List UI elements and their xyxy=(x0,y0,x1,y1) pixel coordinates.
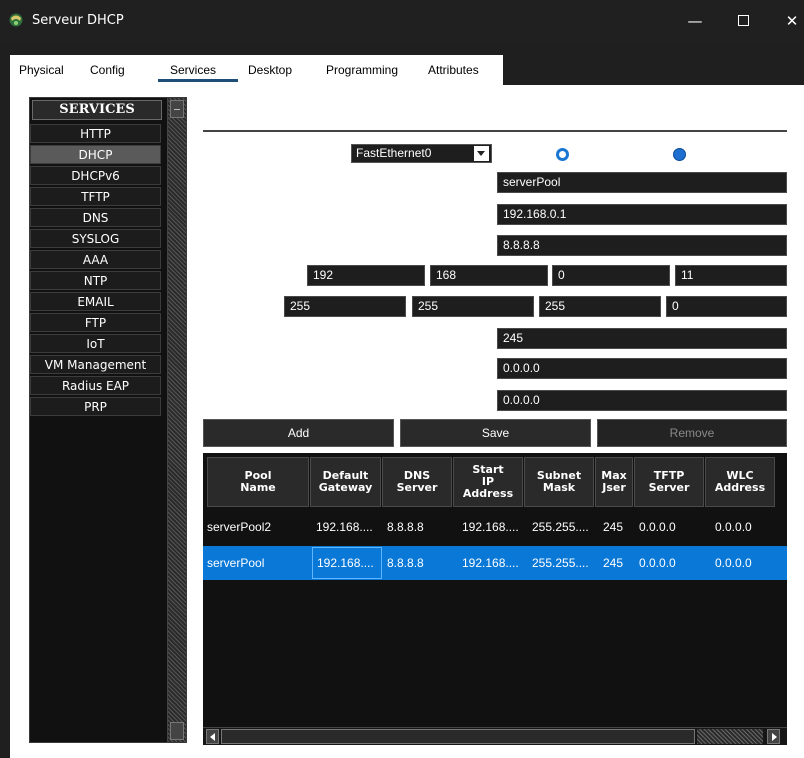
cell-start-ip: 192.168.... xyxy=(462,520,519,534)
cell-dns-server: 8.8.8.8 xyxy=(387,556,424,570)
cell-tftp-server: 0.0.0.0 xyxy=(639,520,676,534)
column-header-dns-server[interactable]: DNS Server xyxy=(382,457,452,507)
column-header-wlc-address[interactable]: WLC Address xyxy=(705,457,775,507)
tab-programming[interactable]: Programming xyxy=(326,63,398,77)
wlc-address-field[interactable]: 0.0.0.0 xyxy=(497,390,787,411)
start-ip-octet-2[interactable]: 168 xyxy=(430,265,548,286)
scroll-right-button[interactable] xyxy=(767,729,780,744)
sidebar-item-ntp[interactable]: NTP xyxy=(30,271,161,290)
scroll-down-button[interactable] xyxy=(170,722,184,740)
sidebar-item-aaa[interactable]: AAA xyxy=(30,250,161,269)
cell-start-ip: 192.168.... xyxy=(462,556,519,570)
sidebar-item-vm-management[interactable]: VM Management xyxy=(30,355,161,374)
subnet-mask-octet-3[interactable]: 255 xyxy=(539,296,661,317)
cell-wlc-address: 0.0.0.0 xyxy=(715,520,752,534)
tab-physical[interactable]: Physical xyxy=(19,63,64,77)
tab-bar: Physical Config Services Desktop Program… xyxy=(10,55,804,85)
service-off-radio[interactable] xyxy=(673,148,686,161)
minimize-button[interactable]: — xyxy=(680,8,710,34)
scroll-up-button[interactable] xyxy=(170,100,184,118)
subnet-mask-octet-1[interactable]: 255 xyxy=(284,296,406,317)
cell-max-users: 245 xyxy=(603,520,624,534)
table-row-selected[interactable]: serverPool 192.168.... 8.8.8.8 192.168..… xyxy=(203,546,787,580)
maximize-icon xyxy=(737,14,749,26)
column-header-start-ip[interactable]: Start IP Address xyxy=(453,457,523,507)
table-row[interactable]: serverPool2 192.168.... 8.8.8.8 192.168.… xyxy=(203,510,787,544)
pool-name-field[interactable]: serverPool xyxy=(497,172,787,193)
column-header-subnet-mask[interactable]: Subnet Mask xyxy=(524,457,594,507)
column-header-pool-name[interactable]: Pool Name xyxy=(207,457,309,507)
subnet-mask-octet-4[interactable]: 0 xyxy=(666,296,787,317)
cell-wlc-address: 0.0.0.0 xyxy=(715,556,752,570)
server-app-icon xyxy=(9,13,23,27)
scroll-left-button[interactable] xyxy=(206,729,219,744)
services-sidebar: SERVICES HTTP DHCP DHCPv6 TFTP DNS SYSLO… xyxy=(29,97,187,743)
save-button[interactable]: Save xyxy=(400,419,591,447)
sidebar-item-ftp[interactable]: FTP xyxy=(30,313,161,332)
cell-subnet-mask: 255.255.... xyxy=(532,520,589,534)
cell-pool-name: serverPool2 xyxy=(207,520,272,534)
close-button[interactable]: ✕ xyxy=(780,8,804,34)
sidebar-item-prp[interactable]: PRP xyxy=(30,397,161,416)
services-title: SERVICES xyxy=(32,100,162,120)
tab-strip: Physical Config Services Desktop Program… xyxy=(10,55,503,85)
table-header: Pool Name Default Gateway DNS Server Start I… xyxy=(203,453,787,511)
sidebar-item-http[interactable]: HTTP xyxy=(30,124,161,143)
remove-button[interactable]: Remove xyxy=(597,419,787,447)
column-header-max-user[interactable]: Max Jser xyxy=(595,457,633,507)
dns-server-field[interactable]: 8.8.8.8 xyxy=(497,235,787,256)
window-title: Serveur DHCP xyxy=(32,13,124,28)
start-ip-octet-1[interactable]: 192 xyxy=(307,265,425,286)
maximize-button[interactable] xyxy=(728,8,758,34)
scroll-track[interactable] xyxy=(697,729,763,744)
tab-desktop[interactable]: Desktop xyxy=(248,63,292,77)
sidebar-item-dhcpv6[interactable]: DHCPv6 xyxy=(30,166,161,185)
cell-tftp-server: 0.0.0.0 xyxy=(639,556,676,570)
sidebar-item-syslog[interactable]: SYSLOG xyxy=(30,229,161,248)
table-horizontal-scrollbar[interactable] xyxy=(203,727,787,745)
chevron-down-icon[interactable] xyxy=(474,146,489,161)
start-ip-octet-3[interactable]: 0 xyxy=(552,265,670,286)
cell-max-users: 245 xyxy=(603,556,624,570)
sidebar-item-dns[interactable]: DNS xyxy=(30,208,161,227)
max-users-field[interactable]: 245 xyxy=(497,328,787,349)
default-gateway-field[interactable]: 192.168.0.1 xyxy=(497,204,787,225)
interface-select-value: FastEthernet0 xyxy=(356,146,432,160)
cell-subnet-mask: 255.255.... xyxy=(532,556,589,570)
service-on-radio[interactable] xyxy=(556,148,569,161)
cell-default-gateway: 192.168.... xyxy=(316,520,373,534)
sidebar-item-radius-eap[interactable]: Radius EAP xyxy=(30,376,161,395)
tab-services[interactable]: Services xyxy=(158,63,238,82)
sidebar-item-tftp[interactable]: TFTP xyxy=(30,187,161,206)
start-ip-octet-4[interactable]: 11 xyxy=(675,265,787,286)
subnet-mask-octet-2[interactable]: 255 xyxy=(412,296,534,317)
pool-table: Pool Name Default Gateway DNS Server Start I… xyxy=(203,453,787,745)
tftp-server-field[interactable]: 0.0.0.0 xyxy=(497,358,787,379)
scroll-thumb[interactable] xyxy=(221,729,695,744)
sidebar-item-email[interactable]: EMAIL xyxy=(30,292,161,311)
cell-pool-name: serverPool xyxy=(207,556,265,570)
column-header-default-gateway[interactable]: Default Gateway xyxy=(310,457,381,507)
divider xyxy=(203,130,787,132)
services-scrollbar[interactable] xyxy=(167,98,186,742)
cell-dns-server: 8.8.8.8 xyxy=(387,520,424,534)
title-bar: Serveur DHCP — ✕ xyxy=(0,0,804,42)
tab-attributes[interactable]: Attributes xyxy=(428,63,479,77)
sidebar-item-dhcp[interactable]: DHCP xyxy=(30,145,161,164)
sidebar-item-iot[interactable]: IoT xyxy=(30,334,161,353)
cell-default-gateway-focused[interactable]: 192.168.... xyxy=(312,547,382,579)
services-content: SERVICES HTTP DHCP DHCPv6 TFTP DNS SYSLO… xyxy=(10,85,804,758)
interface-select[interactable]: FastEthernet0 xyxy=(351,144,492,163)
tab-services-label: Services xyxy=(170,63,217,77)
add-button[interactable]: Add xyxy=(203,419,394,447)
column-header-tftp-server[interactable]: TFTP Server xyxy=(634,457,704,507)
tab-config[interactable]: Config xyxy=(90,63,125,77)
